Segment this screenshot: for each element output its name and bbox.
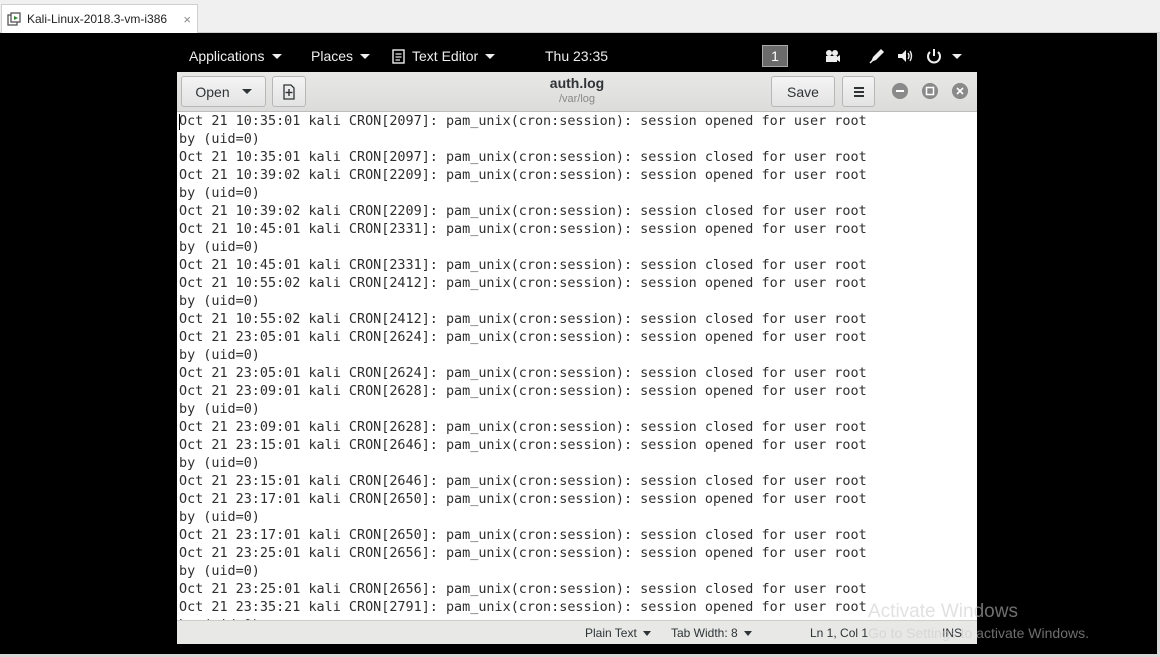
log-line: by (uid=0) xyxy=(179,402,260,417)
log-line: Oct 21 23:09:01 kali CRON[2628]: pam_uni… xyxy=(179,420,867,435)
log-line: Oct 21 23:35:21 kali CRON[2791]: pam_uni… xyxy=(179,600,867,615)
log-line: Oct 21 10:55:02 kali CRON[2412]: pam_uni… xyxy=(179,276,867,291)
log-line: Oct 21 10:39:02 kali CRON[2209]: pam_uni… xyxy=(179,168,867,183)
document-path: /var/log xyxy=(558,93,596,105)
chevron-down-icon xyxy=(485,53,496,59)
new-document-icon xyxy=(283,83,295,100)
log-line: Oct 21 10:45:01 kali CRON[2331]: pam_uni… xyxy=(179,258,867,273)
clock-label: Thu 23:35 xyxy=(545,48,609,64)
window-title: auth.log /var/log xyxy=(507,75,647,105)
log-line: Oct 21 23:17:01 kali CRON[2650]: pam_uni… xyxy=(179,492,867,507)
log-line: Oct 21 23:25:01 kali CRON[2656]: pam_uni… xyxy=(179,582,867,597)
guest-screen: Applications Places Text Editor Thu 23:3… xyxy=(0,33,1160,657)
chevron-down-icon xyxy=(360,53,371,59)
save-label: Save xyxy=(787,83,819,100)
log-line: by (uid=0) xyxy=(179,240,260,255)
log-line: by (uid=0) xyxy=(179,456,260,471)
vm-tab-title: Kali-Linux-2018.3-vm-i386 xyxy=(27,12,168,26)
log-line: by (uid=0) xyxy=(179,564,260,579)
pen-icon[interactable] xyxy=(868,47,886,65)
applications-menu[interactable]: Applications xyxy=(189,48,282,64)
open-button[interactable]: Open xyxy=(181,76,266,107)
applications-label: Applications xyxy=(189,48,265,64)
log-line: Oct 21 10:39:02 kali CRON[2209]: pam_uni… xyxy=(179,204,867,219)
gedit-window: Open auth.log /var/log Save Oct 21 10:35… xyxy=(177,72,977,644)
tab-width-selector[interactable]: Tab Width: 8 xyxy=(671,626,752,640)
log-line: by (uid=0) xyxy=(179,132,260,147)
insert-mode-label: INS xyxy=(942,626,963,640)
log-line: by (uid=0) xyxy=(179,510,260,525)
log-line: Oct 21 23:09:01 kali CRON[2628]: pam_uni… xyxy=(179,384,867,399)
power-icon[interactable] xyxy=(925,47,943,65)
places-menu[interactable]: Places xyxy=(311,48,371,64)
chevron-down-icon[interactable] xyxy=(952,54,962,59)
clock[interactable]: Thu 23:35 xyxy=(545,48,608,64)
places-label: Places xyxy=(311,48,354,64)
log-line: Oct 21 23:05:01 kali CRON[2624]: pam_uni… xyxy=(179,330,867,345)
language-selector[interactable]: Plain Text xyxy=(585,626,651,640)
log-line: Oct 21 23:15:01 kali CRON[2646]: pam_uni… xyxy=(179,474,867,489)
new-document-button[interactable] xyxy=(272,76,306,107)
log-line: Oct 21 10:35:01 kali CRON[2097]: pam_uni… xyxy=(179,114,867,129)
chevron-down-icon xyxy=(642,630,651,636)
log-line: by (uid=0) xyxy=(179,186,260,201)
text-view[interactable]: Oct 21 10:35:01 kali CRON[2097]: pam_uni… xyxy=(177,112,977,620)
log-line: Oct 21 23:17:01 kali CRON[2650]: pam_uni… xyxy=(179,528,867,543)
open-label: Open xyxy=(195,83,230,100)
volume-icon[interactable] xyxy=(896,47,914,65)
close-icon[interactable] xyxy=(952,83,968,99)
log-content: Oct 21 10:35:01 kali CRON[2097]: pam_uni… xyxy=(177,112,977,620)
minimize-icon[interactable] xyxy=(892,83,908,99)
save-button[interactable]: Save xyxy=(771,76,835,107)
close-icon[interactable]: × xyxy=(183,12,191,27)
log-line: Oct 21 23:05:01 kali CRON[2624]: pam_uni… xyxy=(179,366,867,381)
chevron-down-icon xyxy=(271,53,282,59)
header-bar: Open auth.log /var/log Save xyxy=(177,72,977,112)
chevron-down-icon xyxy=(743,630,752,636)
text-editor-label: Text Editor xyxy=(412,48,479,64)
text-editor-icon xyxy=(392,48,405,64)
text-editor-menu[interactable]: Text Editor xyxy=(392,48,496,64)
log-line: by (uid=0) xyxy=(179,348,260,363)
log-line: Oct 21 23:25:01 kali CRON[2656]: pam_uni… xyxy=(179,546,867,561)
workspace-indicator[interactable]: 1 xyxy=(762,45,788,67)
vm-icon xyxy=(7,12,21,26)
log-line: Oct 21 10:45:01 kali CRON[2331]: pam_uni… xyxy=(179,222,867,237)
language-label: Plain Text xyxy=(585,626,637,640)
chevron-down-icon xyxy=(241,89,252,94)
video-icon[interactable] xyxy=(823,47,841,65)
host-tab-strip: Kali-Linux-2018.3-vm-i386 × xyxy=(0,0,1160,33)
log-line: Oct 21 10:55:02 kali CRON[2412]: pam_uni… xyxy=(179,312,867,327)
vm-tab[interactable]: Kali-Linux-2018.3-vm-i386 × xyxy=(1,4,198,33)
log-line: Oct 21 23:15:01 kali CRON[2646]: pam_uni… xyxy=(179,438,867,453)
status-bar: Plain Text Tab Width: 8 Ln 1, Col 1 INS xyxy=(177,620,977,644)
log-line: Oct 21 10:35:01 kali CRON[2097]: pam_uni… xyxy=(179,150,867,165)
cursor-position-label: Ln 1, Col 1 xyxy=(810,626,869,640)
cursor-position[interactable]: Ln 1, Col 1 xyxy=(810,626,868,640)
tab-width-label: Tab Width: 8 xyxy=(671,626,738,640)
document-title: auth.log xyxy=(549,75,605,91)
maximize-icon[interactable] xyxy=(922,83,938,99)
menu-button[interactable] xyxy=(842,76,875,107)
log-line: by (uid=0) xyxy=(179,294,260,309)
insert-mode: INS xyxy=(942,626,962,640)
text-cursor xyxy=(179,114,180,130)
hamburger-icon xyxy=(853,86,864,97)
